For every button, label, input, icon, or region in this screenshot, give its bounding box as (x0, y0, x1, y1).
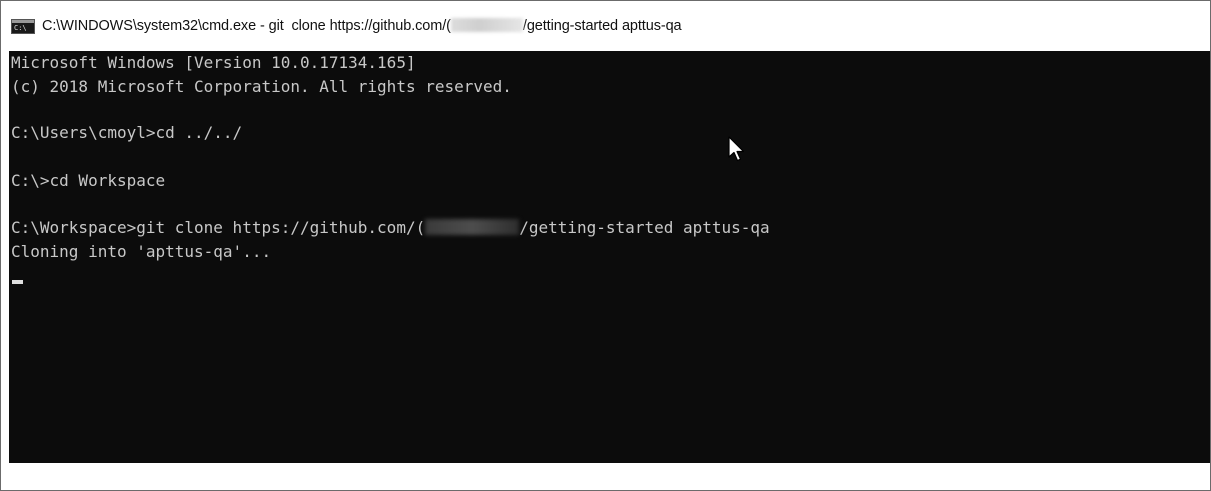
window-title-suffix: /getting-started apttus-qa (522, 18, 682, 34)
window-title: C:\WINDOWS\system32\cmd.exe - git clone … (42, 18, 682, 34)
console-line: C:\Workspace>git clone https://github.co… (11, 218, 770, 238)
command-suffix: /getting-started apttus-qa (519, 218, 770, 237)
console-icon[interactable]: C:\ (11, 18, 35, 34)
redacted-username (425, 219, 520, 235)
window-title-prefix: C:\WINDOWS\system32\cmd.exe - git clone … (42, 18, 451, 34)
text-cursor (12, 280, 23, 284)
redacted-username (450, 18, 523, 32)
console-line: (c) 2018 Microsoft Corporation. All righ… (11, 77, 512, 96)
title-bar[interactable]: C:\ C:\WINDOWS\system32\cmd.exe - git cl… (1, 1, 1210, 51)
console-icon-text: C:\ (14, 23, 27, 32)
console-line: C:\>cd Workspace (11, 171, 166, 190)
console-line: Cloning into 'apttus-qa'... (11, 242, 272, 261)
cmd-window: C:\ C:\WINDOWS\system32\cmd.exe - git cl… (0, 0, 1211, 491)
console-output[interactable]: Microsoft Windows [Version 10.0.17134.16… (9, 51, 1210, 463)
command-prefix: C:\Workspace>git clone https://github.co… (11, 218, 426, 237)
mouse-pointer-icon (728, 136, 745, 162)
console-line: C:\Users\cmoyl>cd ../../ (11, 123, 243, 142)
console-line: Microsoft Windows [Version 10.0.17134.16… (11, 53, 416, 72)
